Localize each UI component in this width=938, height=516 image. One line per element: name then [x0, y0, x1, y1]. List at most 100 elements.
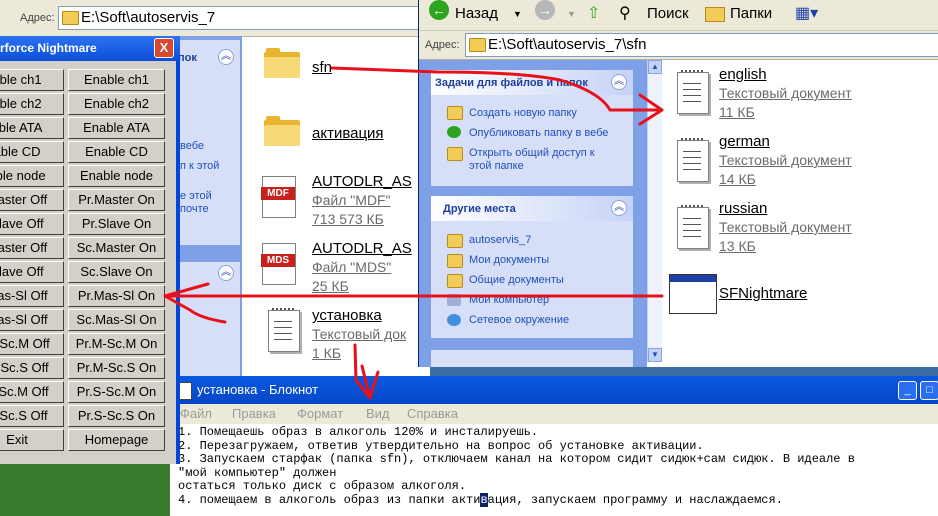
dialog-body: able ch1Enable ch1able ch2Enable ch2able…: [0, 61, 176, 464]
dialog-button-right[interactable]: Enable ch1: [68, 69, 165, 91]
task-link-fragment[interactable]: почте: [180, 203, 209, 215]
dialog-button-right[interactable]: Pr.Slave On: [68, 213, 165, 235]
task-panel-title-fragment: пок: [178, 52, 197, 64]
folders-icon[interactable]: [705, 0, 725, 28]
task-publish-web[interactable]: Опубликовать папку в вебе: [469, 127, 608, 140]
dialog-button-right[interactable]: Enable CD: [68, 141, 165, 163]
place-network[interactable]: Сетевое окружение: [469, 314, 569, 327]
dialog-button-right[interactable]: Enable node: [68, 165, 165, 187]
publish-web-icon: [447, 126, 461, 138]
dialog-button-right[interactable]: Pr.S-Sc.S On: [68, 405, 165, 427]
panel-header[interactable]: Другие места ︽: [431, 196, 633, 221]
back-arrow-icon[interactable]: ←: [429, 0, 449, 20]
minimize-icon[interactable]: _: [898, 381, 917, 400]
place-my-documents[interactable]: Мои документы: [469, 254, 549, 267]
dialog-button-left[interactable]: able node: [0, 165, 64, 187]
collapse-chevron-icon[interactable]: ︽: [218, 49, 234, 65]
search-button[interactable]: Поиск: [647, 0, 689, 28]
dialog-button-right[interactable]: Pr.S-Sc.M On: [68, 381, 165, 403]
folder-up-icon[interactable]: ⇧: [587, 0, 600, 28]
dialog-button-left[interactable]: Master Off: [0, 237, 64, 259]
task-link-fragment[interactable]: вебе: [180, 140, 204, 152]
panel-header[interactable]: Задачи для файлов и папок ︽: [431, 70, 633, 95]
text-line: 4. помещаем в алкоголь образ из папки ак…: [178, 492, 783, 507]
title-bar[interactable]: установка - Блокнот _ □: [170, 376, 938, 404]
dialog-button-left[interactable]: Exit: [0, 429, 64, 451]
dialog-button-left[interactable]: Slave Off: [0, 213, 64, 235]
menu-edit[interactable]: Правка: [232, 406, 276, 421]
application-icon: [669, 274, 717, 314]
place-autoservis[interactable]: autoservis_7: [469, 234, 531, 247]
collapse-chevron-icon[interactable]: ︽: [611, 74, 627, 90]
maximize-icon[interactable]: □: [920, 381, 938, 400]
address-input[interactable]: E:\Soft\autoservis_7\sfn: [465, 33, 938, 57]
search-icon[interactable]: ⚲: [619, 0, 631, 28]
place-shared-documents[interactable]: Общие документы: [469, 274, 564, 287]
dialog-button-left[interactable]: M-Sc.S Off: [0, 357, 64, 379]
notepad-window: установка - Блокнот _ □ Файл Правка Форм…: [170, 376, 938, 516]
dialog-button-left[interactable]: Mas-Sl Off: [0, 309, 64, 331]
panel-title: Другие места: [443, 203, 516, 215]
dialog-button-left[interactable]: S-Sc.M Off: [0, 381, 64, 403]
menu-format[interactable]: Формат: [297, 406, 343, 421]
forward-arrow-icon[interactable]: →: [535, 0, 555, 20]
dialog-button-left[interactable]: able ATA: [0, 117, 64, 139]
task-link-fragment[interactable]: е этой: [180, 190, 212, 202]
scroll-down-icon[interactable]: ▼: [648, 348, 662, 362]
task-new-folder[interactable]: Создать новую папку: [469, 107, 577, 120]
dialog-button-right[interactable]: Enable ATA: [68, 117, 165, 139]
dialog-button-right[interactable]: Pr.Mas-Sl On: [68, 285, 165, 307]
nightmare-dialog: rforce Nightmare X able ch1Enable ch1abl…: [0, 36, 180, 464]
folders-button[interactable]: Папки: [730, 0, 772, 28]
dialog-button-right[interactable]: Pr.Master On: [68, 189, 165, 211]
text-line: 1. Помещаешь образ в алкоголь 120% и инс…: [178, 425, 539, 439]
address-input[interactable]: E:\Soft\autoservis_7: [58, 6, 444, 30]
text-line: 2. Перезагружаем, ответив утвердительно …: [178, 438, 704, 453]
new-folder-icon: [447, 106, 463, 120]
dialog-button-left[interactable]: able ch1: [0, 69, 64, 91]
network-icon: [447, 314, 461, 326]
task-share-folder-cont[interactable]: этой папке: [469, 160, 524, 173]
dialog-button-right[interactable]: Sc.Slave On: [68, 261, 165, 283]
other-places-panel: Другие места ︽ autoservis_7 Мои документ…: [431, 196, 633, 338]
back-dropdown-icon[interactable]: ▼: [513, 0, 522, 28]
file-type: Файл "MDF": [312, 192, 391, 208]
dialog-button-left[interactable]: Slave Off: [0, 261, 64, 283]
dialog-button-left[interactable]: S-Sc.S Off: [0, 405, 64, 427]
folder-icon: [264, 48, 300, 78]
back-button[interactable]: Назад: [455, 0, 498, 28]
file-tasks-panel: Задачи для файлов и папок ︽ Создать нову…: [431, 70, 633, 186]
dialog-title: rforce Nightmare: [0, 41, 97, 55]
close-button[interactable]: X: [154, 38, 174, 58]
text-area[interactable]: 1. Помещаешь образ в алкоголь 120% и инс…: [178, 425, 938, 507]
file-name: sfn: [312, 59, 333, 76]
dialog-button-left[interactable]: M-Sc.M Off: [0, 333, 64, 355]
dialog-button-right[interactable]: Enable ch2: [68, 93, 165, 115]
my-computer-icon: [447, 294, 461, 306]
collapse-chevron-icon[interactable]: ︽: [611, 200, 627, 216]
dialog-button-right[interactable]: Pr.M-Sc.M On: [68, 333, 165, 355]
scroll-up-icon[interactable]: ▲: [648, 60, 662, 74]
task-link-fragment[interactable]: п к этой: [180, 160, 219, 172]
dialog-button-left[interactable]: Mas-Sl Off: [0, 285, 64, 307]
title-bar[interactable]: rforce Nightmare X: [0, 36, 180, 61]
menu-help[interactable]: Справка: [407, 406, 458, 421]
place-my-computer[interactable]: Мой компьютер: [469, 294, 549, 307]
dialog-button-right[interactable]: Homepage: [68, 429, 165, 451]
dialog-button-right[interactable]: Pr.M-Sc.S On: [68, 357, 165, 379]
views-icon[interactable]: ▦▾: [795, 0, 818, 28]
dialog-button-left[interactable]: able ch2: [0, 93, 64, 115]
dialog-button-left[interactable]: Master Off: [0, 189, 64, 211]
dialog-button-right[interactable]: Sc.Mas-Sl On: [68, 309, 165, 331]
vertical-scrollbar[interactable]: ▲ ▼: [647, 60, 662, 362]
dialog-button-left[interactable]: able CD: [0, 141, 64, 163]
dialog-button-right[interactable]: Sc.Master On: [68, 237, 165, 259]
file-name: активация: [312, 125, 384, 142]
forward-dropdown-icon[interactable]: ▼: [567, 0, 576, 28]
menu-file[interactable]: Файл: [180, 406, 212, 421]
menu-view[interactable]: Вид: [366, 406, 390, 421]
collapse-chevron-icon[interactable]: ︽: [218, 265, 234, 281]
task-share-folder[interactable]: Открыть общий доступ к: [469, 147, 595, 160]
window-title: установка - Блокнот: [197, 382, 319, 397]
explorer-window-sfn: ← Назад ▼ → ▼ ⇧ ⚲ Поиск Папки ▦▾ Адрес: …: [418, 0, 938, 367]
